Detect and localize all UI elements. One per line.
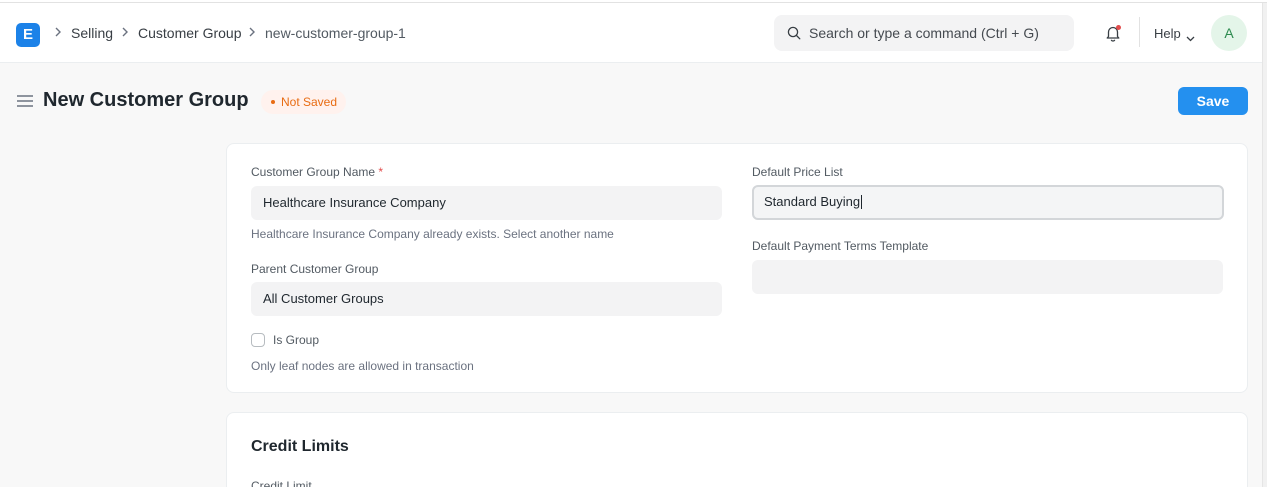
chevron-right-icon — [121, 25, 129, 40]
required-asterisk: * — [378, 165, 384, 179]
breadcrumb-selling[interactable]: Selling — [71, 25, 113, 41]
nav-divider — [1139, 17, 1140, 47]
text-caret — [861, 194, 863, 209]
form-card-details: Customer Group Name * Healthcare Insuran… — [226, 143, 1248, 393]
default-price-list-label: Default Price List — [752, 165, 843, 179]
save-button[interactable]: Save — [1178, 87, 1248, 115]
status-badge: Not Saved — [261, 90, 347, 114]
form-card-credit-limits: Credit Limits Credit Limit — [226, 412, 1248, 487]
default-payment-terms-label: Default Payment Terms Template — [752, 239, 929, 253]
search-input[interactable] — [809, 15, 1067, 51]
customer-group-name-label: Customer Group Name * — [251, 165, 383, 179]
chevron-right-icon — [54, 25, 62, 40]
default-price-list-value: Standard Buying — [764, 194, 861, 209]
credit-limits-title[interactable]: Credit Limits — [251, 438, 349, 456]
page-scrollbar[interactable] — [1262, 3, 1267, 487]
breadcrumb-current[interactable]: new-customer-group-1 — [265, 25, 406, 41]
help-menu[interactable]: Help — [1154, 26, 1181, 41]
is-group-checkbox[interactable] — [251, 333, 265, 347]
parent-customer-group-label: Parent Customer Group — [251, 262, 379, 276]
sidebar-toggle-icon[interactable] — [17, 95, 33, 110]
search-icon — [787, 26, 801, 40]
chevron-right-icon — [248, 25, 256, 40]
user-avatar[interactable]: A — [1211, 15, 1247, 51]
default-price-list-input[interactable]: Standard Buying — [752, 185, 1224, 220]
chevron-down-icon[interactable] — [1186, 30, 1195, 45]
customer-group-name-label-text: Customer Group Name — [251, 165, 376, 179]
breadcrumb-customer-group[interactable]: Customer Group — [138, 25, 241, 41]
notification-dot — [1116, 25, 1121, 30]
parent-customer-group-input[interactable]: All Customer Groups — [251, 282, 722, 316]
is-group-help: Only leaf nodes are allowed in transacti… — [251, 359, 474, 373]
customer-group-name-input[interactable]: Healthcare Insurance Company — [251, 186, 722, 220]
customer-group-name-error: Healthcare Insurance Company already exi… — [251, 227, 614, 241]
search-bar[interactable] — [774, 15, 1074, 51]
app-logo[interactable]: E — [16, 23, 40, 47]
navbar: E Selling Customer Group new-customer-gr… — [0, 3, 1267, 63]
credit-limit-label: Credit Limit — [251, 479, 312, 487]
page-title: New Customer Group — [43, 89, 249, 111]
default-payment-terms-input[interactable] — [752, 260, 1223, 294]
is-group-label[interactable]: Is Group — [273, 333, 319, 347]
